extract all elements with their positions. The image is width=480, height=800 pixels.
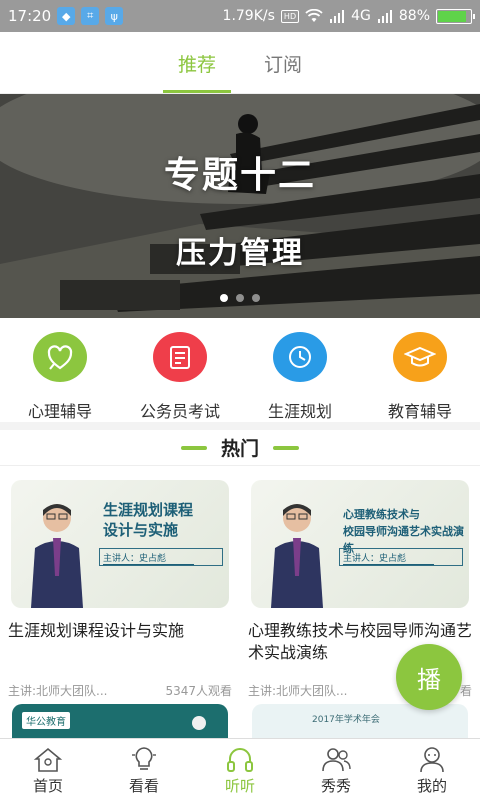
divider xyxy=(273,445,299,450)
course-author: 主讲:北师大团队... xyxy=(248,684,348,698)
category-career[interactable]: 生涯规划 xyxy=(240,318,360,422)
nav-label: 听听 xyxy=(224,777,255,795)
signal-icon xyxy=(330,10,345,23)
category-civil-exam[interactable]: 公务员考试 xyxy=(120,318,240,422)
battery-percent: 88% xyxy=(398,8,430,24)
status-time: 17:20 xyxy=(8,7,52,25)
home-icon xyxy=(33,747,63,772)
nav-show[interactable]: 秀秀 xyxy=(288,739,384,800)
category-label: 教育辅导 xyxy=(387,402,452,421)
nav-mine[interactable]: 我的 xyxy=(384,739,480,800)
course-thumbnail[interactable]: 生涯规划课程 设计与实施 主讲人：史占彪 xyxy=(11,480,229,608)
category-label: 心理辅导 xyxy=(27,402,92,421)
thumbnail-header: 2017年学术年会 xyxy=(312,715,380,725)
carousel-dot[interactable] xyxy=(220,294,228,302)
top-tab-bar: 推荐 订阅 xyxy=(0,32,480,94)
category-label: 公务员考试 xyxy=(139,402,220,421)
divider xyxy=(180,445,207,450)
section-header-hot: 热门 xyxy=(0,430,480,466)
course-author: 主讲:北师大团队... xyxy=(8,684,108,698)
people-icon xyxy=(322,748,351,772)
nav-label: 首页 xyxy=(32,777,63,795)
heart-chat-icon xyxy=(33,332,87,382)
banner-image xyxy=(0,94,480,318)
nav-label: 看看 xyxy=(128,777,159,795)
signal-2-icon xyxy=(377,10,392,23)
lecturer-photo xyxy=(271,504,323,608)
status-bar: 17:20 ◆ ⌗ ψ 1.79K/s HD 4G 88% xyxy=(0,0,480,32)
hd-indicator: HD xyxy=(280,9,300,23)
thumbnail-title: 生涯规划课程 设计与实施 xyxy=(103,501,194,539)
scan-notification-icon: ⌗ xyxy=(81,7,100,25)
lightbulb-icon xyxy=(132,747,156,770)
clock-icon xyxy=(273,332,327,382)
lecturer-photo xyxy=(31,504,83,608)
section-title: 热门 xyxy=(220,438,259,460)
headphones-icon xyxy=(227,748,253,772)
usb-notification-icon: ψ xyxy=(105,7,124,25)
battery-icon xyxy=(436,8,475,24)
exam-paper-icon xyxy=(153,332,207,382)
network-type: 4G xyxy=(351,8,371,24)
carousel-dot[interactable] xyxy=(252,294,260,302)
course-thumbnail[interactable]: 心理教练技术与 校园导师沟通艺术实战演练 主讲人：史占彪 xyxy=(251,480,469,608)
nav-watch[interactable]: 看看 xyxy=(96,739,192,800)
tab-recommended[interactable]: 推荐 xyxy=(163,32,231,93)
decorative-dot xyxy=(192,716,206,730)
course-title[interactable]: 生涯规划课程设计与实施 xyxy=(8,620,232,642)
nav-listen[interactable]: 听听 xyxy=(192,739,288,800)
category-education[interactable]: 教育辅导 xyxy=(360,318,480,422)
bottom-nav: 首页 看看 听听 秀秀 我的 xyxy=(0,738,480,800)
shield-notification-icon: ◆ xyxy=(57,7,76,25)
category-psychology[interactable]: 心理辅导 xyxy=(0,318,120,422)
course-views: 看 xyxy=(459,684,472,698)
nav-home[interactable]: 首页 xyxy=(0,739,96,800)
nav-label: 秀秀 xyxy=(320,777,351,795)
course-views: 5347人观看 xyxy=(165,684,232,698)
category-row: 心理辅导 公务员考试 生涯规划 教育辅导 xyxy=(0,318,480,430)
tab-subscribed[interactable]: 订阅 xyxy=(249,32,317,93)
thumbnail-lecturer: 主讲人：史占彪 xyxy=(343,551,435,565)
network-speed: 1.79K/s xyxy=(222,8,275,24)
carousel-dot[interactable] xyxy=(236,294,244,302)
banner-title: 专题十二 xyxy=(163,155,316,196)
category-label: 生涯规划 xyxy=(267,402,332,421)
nav-label: 我的 xyxy=(416,777,447,795)
banner-carousel[interactable]: 专题十二 压力管理 xyxy=(0,94,480,318)
play-button[interactable]: 播 xyxy=(396,644,462,710)
graduation-cap-icon xyxy=(393,332,447,382)
carousel-indicator xyxy=(0,294,480,302)
profile-icon xyxy=(420,747,444,773)
wifi-icon xyxy=(305,9,323,22)
course-card[interactable]: 生涯规划课程 设计与实施 主讲人：史占彪 生涯规划课程设计与实施 主讲:北师大团… xyxy=(8,480,232,699)
thumbnail-brand: 华公教育 xyxy=(22,712,70,729)
banner-subtitle: 压力管理 xyxy=(176,236,304,271)
thumbnail-lecturer: 主讲人：史占彪 xyxy=(103,551,195,565)
